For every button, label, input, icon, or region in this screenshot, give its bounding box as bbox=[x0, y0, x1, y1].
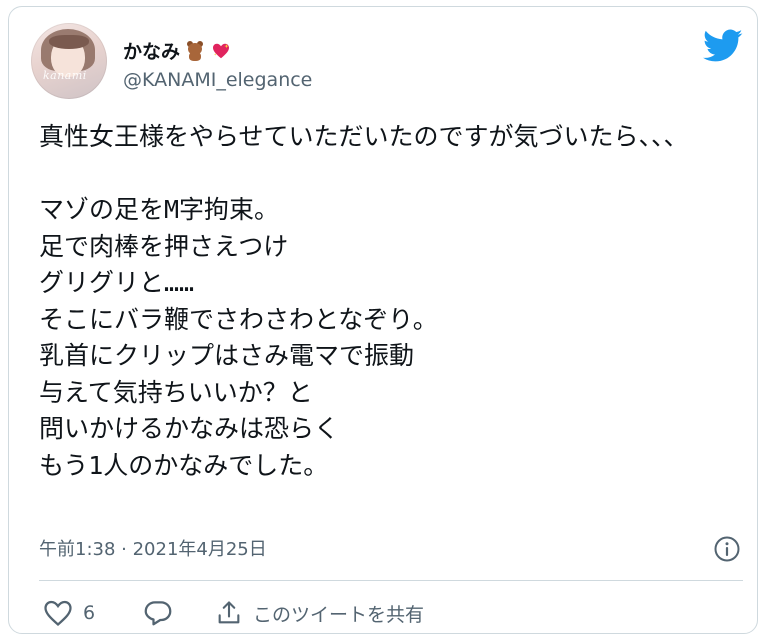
heart-outline-icon bbox=[44, 600, 72, 626]
tweet-text: 真性女王様をやらせていただいたのですが気づいたら、、、 マゾの足をM字拘束。 足… bbox=[39, 122, 689, 480]
share-label: このツイートを共有 bbox=[253, 603, 425, 626]
avatar-bangs bbox=[49, 35, 89, 49]
like-count: 6 bbox=[83, 602, 96, 624]
avatar[interactable]: kanami bbox=[31, 23, 107, 99]
share-button[interactable]: このツイートを共有 bbox=[215, 595, 424, 631]
info-icon[interactable] bbox=[713, 535, 741, 563]
tweet-actions: 6 このツイートを共有 bbox=[39, 595, 743, 631]
like-button[interactable]: 6 bbox=[43, 595, 95, 631]
display-name-text: かなみ bbox=[123, 41, 181, 63]
twitter-bird-icon[interactable] bbox=[703, 29, 743, 63]
reply-button[interactable] bbox=[143, 595, 173, 631]
display-name[interactable]: かなみ bbox=[123, 37, 232, 64]
reply-bubble-icon bbox=[144, 601, 172, 626]
username[interactable]: @KANAMI_elegance bbox=[123, 69, 312, 91]
tweet-card[interactable]: kanami かなみ @KANAMI_elegance 真性女王様をやらせていた… bbox=[8, 6, 758, 634]
share-upload-icon bbox=[218, 601, 240, 624]
divider bbox=[39, 580, 743, 581]
tweet-timestamp[interactable]: 午前1:38 · 2021年4月25日 bbox=[39, 535, 267, 561]
teddy-bear-emoji-icon bbox=[184, 40, 206, 62]
avatar-watermark: kanami bbox=[43, 69, 87, 82]
sparkling-heart-emoji-icon bbox=[210, 40, 232, 62]
